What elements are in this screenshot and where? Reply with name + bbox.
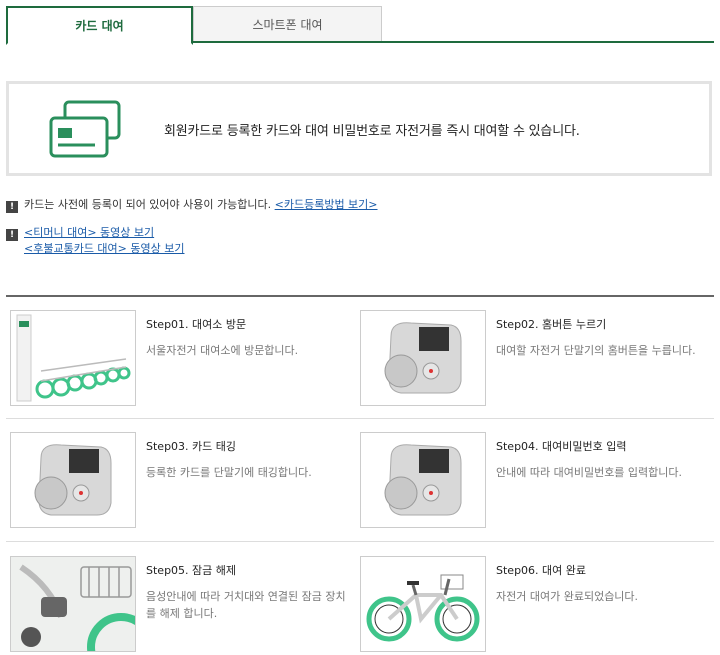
step-4: Step04. 대여비밀번호 입력 안내에 따라 대여비밀번호를 입력합니다. (356, 432, 706, 532)
terminal-image (360, 310, 486, 406)
step-description: 안내에 따라 대여비밀번호를 입력합니다. (496, 466, 683, 479)
tab-bar: 스마트폰 대여 카드 대여 (6, 6, 714, 45)
step-description: 등록한 카드를 단말기에 태깅합니다. (146, 466, 312, 479)
step-title: Step03. 카드 태깅 (146, 440, 237, 453)
step-title: Step04. 대여비밀번호 입력 (496, 440, 627, 453)
step-5: Step05. 잠금 해제 음성안내에 따라 거치대와 연결된 잠금 장치를 해… (6, 556, 356, 655)
step-title: Step06. 대여 완료 (496, 564, 587, 577)
notice-icon: ! (6, 229, 18, 241)
bicycle-image (360, 556, 486, 652)
info-text: 회원카드로 등록한 카드와 대여 비밀번호로 자전거를 즉시 대여할 수 있습니… (164, 124, 580, 139)
note-text: 카드는 사전에 등록이 되어 있어야 사용이 가능합니다. (24, 198, 272, 211)
note-video-links: ! <티머니 대여> 동영상 보기 <후불교통카드 대여> 동영상 보기 (6, 224, 184, 255)
section-divider (6, 295, 714, 297)
bike-lock-image (10, 556, 136, 652)
note-card-registration: ! 카드는 사전에 등록이 되어 있어야 사용이 가능합니다. <카드등록방법 보… (6, 196, 378, 213)
step-6: Step06. 대여 완료 자전거 대여가 완료되었습니다. (356, 556, 706, 655)
step-title: Step01. 대여소 방문 (146, 318, 247, 331)
step-description: 자전거 대여가 완료되었습니다. (496, 590, 639, 603)
card-registration-link[interactable]: <카드등록방법 보기> (275, 198, 378, 211)
terminal-image (10, 432, 136, 528)
step-1: Step01. 대여소 방문 서울자전거 대여소에 방문합니다. (6, 310, 356, 410)
tab-smartphone-rental[interactable]: 스마트폰 대여 (193, 6, 382, 41)
card-icon (49, 100, 121, 158)
step-description: 대여할 자전거 단말기의 홈버튼을 누릅니다. (496, 344, 696, 357)
step-2: Step02. 홈버튼 누르기 대여할 자전거 단말기의 홈버튼을 누릅니다. (356, 310, 706, 410)
step-title: Step02. 홈버튼 누르기 (496, 318, 607, 331)
tmoney-video-link[interactable]: <티머니 대여> 동영상 보기 (24, 226, 154, 239)
tab-card-rental[interactable]: 카드 대여 (6, 6, 193, 45)
step-title: Step05. 잠금 해제 (146, 564, 237, 577)
notice-icon: ! (6, 201, 18, 213)
info-box: 회원카드로 등록한 카드와 대여 비밀번호로 자전거를 즉시 대여할 수 있습니… (6, 81, 712, 176)
postpaid-card-video-link[interactable]: <후불교통카드 대여> 동영상 보기 (24, 242, 184, 255)
terminal-image (360, 432, 486, 528)
bike-station-image (10, 310, 136, 406)
step-3: Step03. 카드 태깅 등록한 카드를 단말기에 태깅합니다. (6, 432, 356, 532)
step-description: 서울자전거 대여소에 방문합니다. (146, 344, 299, 357)
row-divider (6, 418, 714, 419)
row-divider (6, 541, 714, 542)
step-description: 음성안내에 따라 거치대와 연결된 잠금 장치를 해제 합니다. (146, 590, 346, 620)
